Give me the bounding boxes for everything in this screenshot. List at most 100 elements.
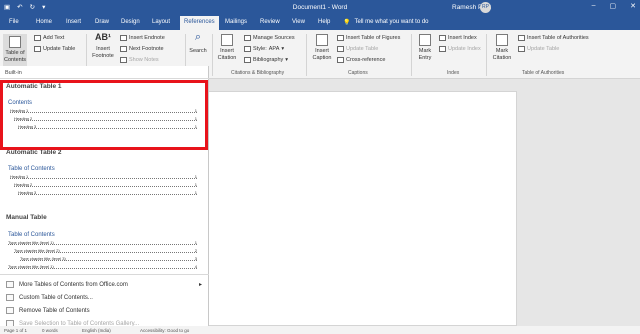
tab-home[interactable]: Home: [36, 19, 52, 25]
manage-sources-label: Manage Sources: [253, 35, 295, 41]
divider: [411, 34, 412, 76]
remove-document-icon: [6, 307, 14, 314]
document-page[interactable]: [207, 91, 517, 326]
update-index-icon: [439, 46, 446, 52]
tab-draw[interactable]: Draw: [95, 19, 109, 25]
update-index-label: Update Index: [448, 46, 481, 52]
divider: [212, 34, 213, 76]
footnote-icon: AB¹: [95, 32, 111, 42]
page-count[interactable]: Page 1 of 1: [4, 328, 27, 333]
update-table-button[interactable]: Update Table: [34, 46, 75, 52]
automatic-table-2-title: Automatic Table 2: [6, 149, 62, 156]
cross-reference-icon: [337, 57, 344, 63]
divider: [0, 274, 209, 275]
insert-index-label: Insert Index: [448, 35, 477, 41]
insert-endnote-button[interactable]: Insert Endnote: [120, 35, 165, 41]
vertical-scrollbar[interactable]: [630, 80, 640, 326]
table-of-figures-icon: [337, 35, 344, 41]
manage-sources-button[interactable]: Manage Sources: [244, 35, 295, 41]
manual-table-title: Manual Table: [6, 214, 47, 221]
toc-preview-title: Table of Contents: [8, 166, 55, 172]
update-index-button[interactable]: Update Index: [439, 46, 481, 52]
document-icon: [6, 294, 14, 301]
insert-table-of-authorities-button[interactable]: Insert Table of Authorities: [518, 35, 589, 41]
show-notes-button[interactable]: Show Notes: [120, 57, 159, 63]
insert-endnote-label: Insert Endnote: [129, 35, 165, 41]
word-count[interactable]: 0 words: [42, 328, 58, 333]
add-text-icon: [34, 35, 41, 41]
insert-citation-button[interactable]: Insert Citation: [215, 34, 239, 61]
tab-file[interactable]: File: [9, 19, 19, 25]
index-group-label: Index: [447, 70, 460, 76]
ribbon-tabs: File Home Insert Draw Design Layout Refe…: [0, 15, 640, 30]
update-table-icon: [337, 46, 344, 52]
style-dropdown[interactable]: Style: APA ▾: [244, 46, 284, 52]
toc-preview-line: Heading 11: [10, 174, 197, 179]
authorities-group-label: Table of Authorities: [522, 70, 565, 76]
toc-preview-line: Type chapter title (level 3) 3: [20, 256, 197, 261]
insert-citation-label: Insert Citation: [217, 48, 237, 61]
bibliography-button[interactable]: Bibliography ▾: [244, 57, 288, 63]
toc-preview-line: Type chapter title (level 1) 4: [8, 264, 197, 269]
next-footnote-icon: [120, 46, 127, 52]
tab-mailings[interactable]: Mailings: [225, 19, 247, 25]
update-table-label: Update Table: [43, 46, 76, 52]
toc-preview-line: Type chapter title (level 1) 1: [8, 240, 197, 245]
chevron-down-icon: ▾: [281, 46, 285, 52]
next-footnote-button[interactable]: Next Footnote: [120, 46, 164, 52]
style-icon: [244, 46, 251, 52]
search-label: Search: [189, 48, 207, 54]
tab-help[interactable]: Help: [318, 19, 330, 25]
tab-review[interactable]: Review: [260, 19, 280, 25]
next-footnote-label: Next Footnote: [129, 46, 164, 52]
minimize-button[interactable]: –: [592, 2, 596, 10]
document-title: Document1 - Word: [292, 4, 348, 11]
tab-view[interactable]: View: [292, 19, 305, 25]
insert-index-button[interactable]: Insert Index: [439, 35, 477, 41]
avatar[interactable]: RP: [480, 2, 491, 13]
table-of-contents-icon: [9, 36, 21, 48]
tab-design[interactable]: Design: [121, 19, 140, 25]
tab-insert[interactable]: Insert: [66, 19, 81, 25]
update-table-authorities-label: Update Table: [527, 46, 560, 52]
insert-caption-button[interactable]: Insert Caption: [310, 34, 334, 61]
search-button[interactable]: ⌕ Search: [187, 32, 209, 55]
add-text-label: Add Text: [43, 35, 65, 41]
manage-sources-icon: [244, 35, 251, 41]
tell-me-search[interactable]: 💡 Tell me what you want to do: [343, 19, 429, 26]
accessibility-status[interactable]: Accessibility: Good to go: [140, 328, 189, 333]
highlight-box: [0, 80, 208, 150]
remove-toc-menu-item[interactable]: Remove Table of Contents: [6, 307, 90, 314]
lightbulb-icon: 💡: [343, 20, 351, 26]
mark-citation-button[interactable]: Mark Citation: [489, 34, 515, 61]
update-table-authorities-button[interactable]: Update Table: [518, 46, 559, 52]
builtin-header: Built-in: [5, 70, 22, 76]
style-value: APA: [268, 46, 280, 52]
close-button[interactable]: ✕: [630, 2, 636, 10]
custom-toc-menu-item[interactable]: Custom Table of Contents...: [6, 294, 93, 301]
style-label: Style:: [253, 46, 267, 52]
tab-layout[interactable]: Layout: [152, 19, 170, 25]
cross-reference-label: Cross-reference: [346, 57, 386, 63]
status-bar: Page 1 of 1 0 words English (India) Acce…: [0, 326, 640, 334]
table-of-authorities-icon: [518, 35, 525, 41]
mark-entry-label: Mark Entry: [418, 48, 432, 61]
cross-reference-button[interactable]: Cross-reference: [337, 57, 385, 63]
more-tables-menu-item[interactable]: More Tables of Contents from Office.com …: [6, 281, 202, 288]
insert-table-of-figures-button[interactable]: Insert Table of Figures: [337, 35, 400, 41]
bibliography-label: Bibliography: [253, 57, 284, 63]
update-table-captions-button[interactable]: Update Table: [337, 46, 378, 52]
insert-footnote-button[interactable]: AB¹ Insert Footnote: [90, 32, 116, 59]
show-notes-label: Show Notes: [129, 57, 159, 63]
language-status[interactable]: English (India): [82, 328, 111, 333]
insert-endnote-icon: [120, 35, 127, 41]
mark-entry-icon: [419, 34, 431, 46]
tab-references[interactable]: References: [180, 16, 219, 30]
insert-caption-icon: [316, 34, 328, 46]
remove-toc-label: Remove Table of Contents: [19, 307, 90, 314]
table-of-contents-button[interactable]: Table of Contents: [3, 34, 27, 68]
restore-button[interactable]: ▢: [610, 2, 617, 10]
add-text-button[interactable]: Add Text: [34, 35, 64, 41]
mark-entry-button[interactable]: Mark Entry: [414, 34, 436, 61]
update-table-captions-label: Update Table: [346, 46, 379, 52]
